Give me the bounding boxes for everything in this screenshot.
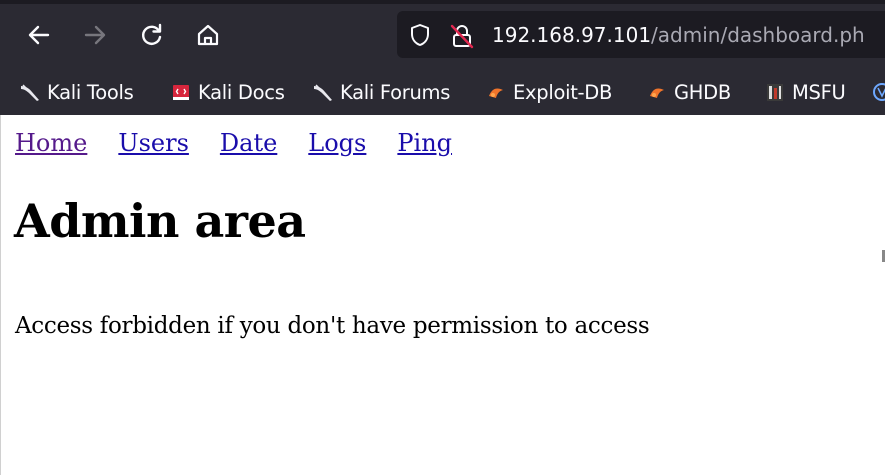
bookmark-label: Kali Forums (340, 80, 451, 104)
forward-arrow-icon (84, 25, 106, 45)
kali-dragon-icon (20, 82, 40, 102)
bookmark-label: GHDB (674, 80, 731, 104)
bookmark-kali-docs[interactable]: Kali Docs (171, 69, 285, 115)
exploit-db-icon (486, 82, 506, 102)
reload-icon (142, 23, 162, 45)
bookmark-label: Kali Docs (198, 80, 285, 104)
reload-button[interactable] (137, 20, 167, 50)
bookmark-exploit-db[interactable]: Exploit-DB (486, 69, 612, 115)
address-bar[interactable]: 192.168.97.101/admin/dashboard.ph (397, 11, 885, 58)
shield-icon[interactable] (409, 23, 431, 47)
page-content: Home Users Date Logs Ping Admin area Access … (0, 115, 885, 475)
nav-link-logs[interactable]: Logs (308, 129, 366, 157)
url-text[interactable]: 192.168.97.101/admin/dashboard.ph (492, 23, 865, 47)
bookmark-label: Kali Tools (47, 80, 134, 104)
msfu-icon (765, 82, 785, 102)
bookmark-label: MSFU (792, 80, 846, 104)
bookmark-overflow[interactable] (872, 69, 885, 115)
home-icon (197, 24, 219, 46)
url-path: /admin/dashboard.ph (651, 23, 865, 47)
tab-strip-edge (0, 0, 885, 4)
bookmark-ghdb[interactable]: GHDB (647, 69, 731, 115)
bookmarks-bar: Kali Tools Kali Docs Kali Forums Exploit… (0, 69, 885, 115)
home-button[interactable] (193, 20, 223, 50)
globe-icon (872, 82, 885, 102)
back-arrow-icon (28, 25, 50, 45)
nav-link-ping[interactable]: Ping (397, 129, 452, 157)
back-button[interactable] (24, 20, 54, 50)
bookmark-label: Exploit-DB (513, 80, 613, 104)
nav-link-users[interactable]: Users (118, 129, 189, 157)
bookmark-kali-tools[interactable]: Kali Tools (20, 69, 134, 115)
bookmark-msfu[interactable]: MSFU (765, 69, 846, 115)
page-title: Admin area (14, 194, 306, 248)
url-host: 192.168.97.101 (492, 23, 652, 47)
nav-link-date[interactable]: Date (220, 129, 277, 157)
ghdb-icon (647, 82, 667, 102)
access-message: Access forbidden if you don't have permi… (15, 313, 650, 339)
kali-docs-icon (171, 82, 191, 102)
insecure-lock-icon[interactable] (449, 23, 475, 49)
site-nav: Home Users Date Logs Ping (15, 127, 483, 159)
bookmark-kali-forums[interactable]: Kali Forums (313, 69, 450, 115)
kali-dragon-icon (313, 82, 333, 102)
forward-button[interactable] (80, 20, 110, 50)
browser-toolbar: 192.168.97.101/admin/dashboard.ph (0, 0, 885, 69)
nav-link-home[interactable]: Home (15, 129, 87, 157)
